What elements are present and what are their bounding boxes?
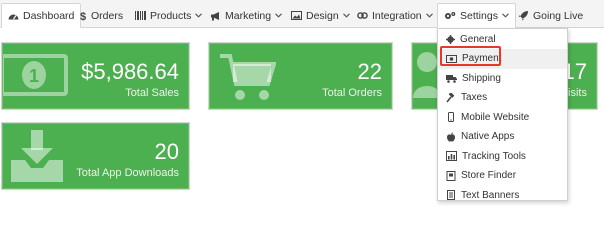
tab-products-label: Products xyxy=(150,9,192,22)
chevron-down-icon xyxy=(195,13,203,18)
gear-icon xyxy=(446,35,455,45)
tab-design[interactable]: Design xyxy=(291,3,350,28)
menu-item-taxes[interactable]: Taxes xyxy=(438,88,567,108)
gavel-icon xyxy=(446,92,455,103)
tab-settings[interactable]: Settings xyxy=(437,3,516,28)
menu-item-mobile-website-label: Mobile Website xyxy=(461,111,530,123)
megaphone-icon xyxy=(211,11,219,20)
tab-orders-label: Orders xyxy=(91,9,124,22)
tile-total-app-downloads[interactable]: 20 Total App Downloads xyxy=(1,122,190,190)
total-orders-label: Total Orders xyxy=(322,87,382,99)
chevron-down-icon xyxy=(275,13,282,18)
total-app-downloads-label: Total App Downloads xyxy=(76,167,179,179)
total-sales-value: $5,986.64 xyxy=(81,59,179,84)
total-sales-label: Total Sales xyxy=(125,87,179,99)
cart-icon xyxy=(220,54,276,100)
menu-item-native-apps-label: Native Apps xyxy=(461,131,515,143)
download-icon xyxy=(11,130,63,182)
menu-item-text-banners-label: Text Banners xyxy=(461,189,520,201)
menu-item-native-apps[interactable]: Native Apps xyxy=(438,127,567,147)
menu-item-tracking-tools[interactable]: Tracking Tools xyxy=(438,147,567,167)
chevron-down-icon xyxy=(502,13,509,18)
image-icon xyxy=(291,11,302,20)
tile-total-sales[interactable]: 1 $5,986.64 Total Sales xyxy=(1,42,190,110)
gears-icon xyxy=(445,11,456,19)
bar-chart-icon xyxy=(446,151,457,162)
tab-integration-label: Integration xyxy=(372,9,422,22)
tab-dashboard[interactable]: Dashboard xyxy=(1,3,82,28)
menu-item-shipping[interactable]: Shipping xyxy=(438,69,567,89)
truck-icon xyxy=(446,74,457,83)
tile-total-orders[interactable]: 22 Total Orders xyxy=(208,42,393,110)
rocket-icon xyxy=(518,11,528,21)
barcode-icon xyxy=(135,11,146,20)
tab-design-label: Design xyxy=(306,9,339,22)
tab-going-live-label: Going Live xyxy=(533,9,584,22)
menu-item-tracking-tools-label: Tracking Tools xyxy=(462,150,526,162)
menu-item-general-label: General xyxy=(460,34,496,46)
money-icon: 1 xyxy=(3,54,68,96)
tab-products[interactable]: Products xyxy=(135,3,203,28)
top-nav: Dashboard $ Orders Products Marketing De… xyxy=(0,0,604,28)
tab-integration[interactable]: Integration xyxy=(357,3,433,28)
payment-highlight-box xyxy=(440,46,501,66)
menu-item-taxes-label: Taxes xyxy=(461,92,488,104)
svg-text:1: 1 xyxy=(29,66,39,86)
menu-item-mobile-website[interactable]: Mobile Website xyxy=(438,108,567,128)
chevron-down-icon xyxy=(425,13,433,18)
document-icon xyxy=(447,190,455,201)
tab-orders[interactable]: $ Orders xyxy=(80,3,123,28)
svg-text:$: $ xyxy=(80,11,86,21)
link-icon xyxy=(357,12,368,19)
menu-item-shipping-label: Shipping xyxy=(462,72,501,84)
tab-going-live[interactable]: Going Live xyxy=(518,3,583,28)
store-icon xyxy=(446,170,456,181)
total-orders-value: 22 xyxy=(357,59,382,84)
tab-settings-label: Settings xyxy=(460,9,498,22)
apple-icon xyxy=(446,132,456,142)
menu-item-store-finder-label: Store Finder xyxy=(461,170,517,182)
total-app-downloads-value: 20 xyxy=(154,139,179,164)
dollar-icon: $ xyxy=(80,11,86,21)
chevron-down-icon xyxy=(342,13,350,18)
menu-item-store-finder[interactable]: Store Finder xyxy=(438,166,567,186)
tab-marketing[interactable]: Marketing xyxy=(210,3,282,28)
tab-dashboard-label: Dashboard xyxy=(23,9,75,22)
tab-marketing-label: Marketing xyxy=(225,9,272,22)
mobile-icon xyxy=(448,112,454,123)
menu-item-text-banners[interactable]: Text Banners xyxy=(438,186,567,206)
dashboard-icon xyxy=(8,14,19,19)
